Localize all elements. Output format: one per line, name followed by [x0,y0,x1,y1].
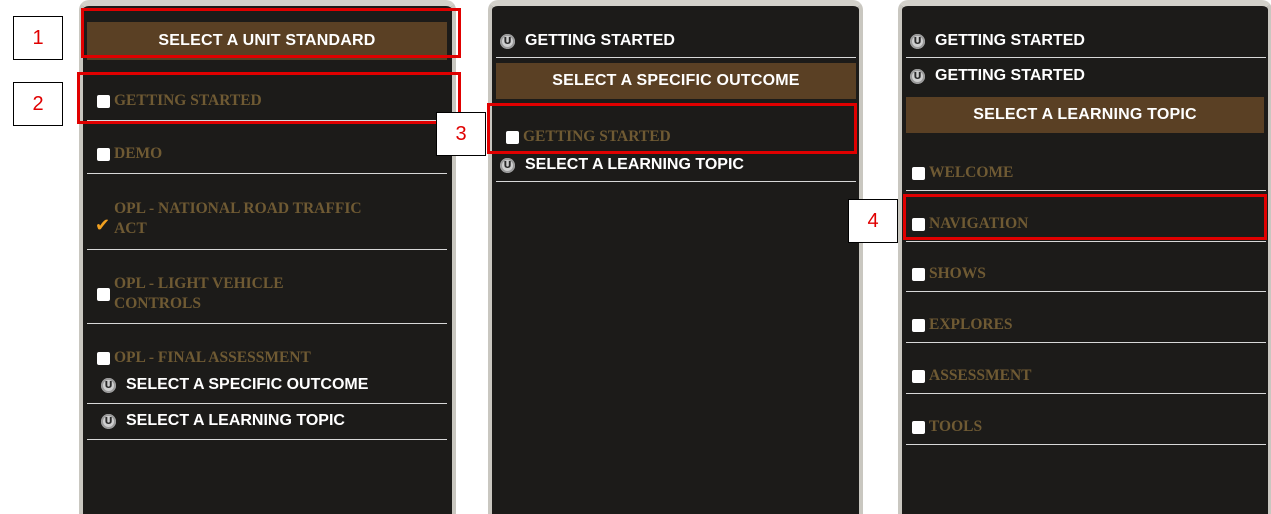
checkbox-icon[interactable] [912,167,925,180]
divider [496,57,856,58]
checkmark-icon[interactable]: ✔ [95,217,110,235]
divider [87,173,447,174]
u-circle-icon: U [910,33,925,49]
callout-2: 2 [13,82,63,126]
specific-outcome-panel: U GETTING STARTED SELECT A SPECIFIC OUTC… [488,0,863,514]
nav-getting-started[interactable]: U GETTING STARTED [500,32,850,50]
header-label: SELECT A SPECIFIC OUTCOME [552,72,800,89]
option-label: DEMO [114,145,163,162]
header-label: SELECT A LEARNING TOPIC [973,106,1197,123]
checkbox-icon[interactable] [97,288,110,301]
highlight-box-3 [487,103,857,154]
divider [906,444,1266,445]
callout-label: 3 [455,122,467,145]
option-opl-light-vehicle-controls[interactable]: OPL - LIGHT VEHICLE CONTROLS [97,274,447,314]
topic-tools[interactable]: TOOLS [912,417,1252,437]
u-circle-icon: U [101,413,116,429]
learning-topic-panel: U GETTING STARTED U GETTING STARTED SELE… [898,0,1271,514]
select-specific-outcome-header[interactable]: SELECT A SPECIFIC OUTCOME [496,63,856,99]
option-label: ASSESSMENT [929,367,1032,384]
u-circle-icon: U [500,157,515,173]
nav-label: GETTING STARTED [935,32,1085,49]
nav-label: SELECT A LEARNING TOPIC [525,156,744,173]
option-demo[interactable]: DEMO [97,144,447,164]
nav-label: SELECT A SPECIFIC OUTCOME [126,376,369,393]
divider [496,181,856,182]
nav-label: GETTING STARTED [935,67,1085,84]
nav-select-learning-topic[interactable]: U SELECT A LEARNING TOPIC [500,156,850,174]
nav-label: GETTING STARTED [525,32,675,49]
option-label: OPL - LIGHT VEHICLE CONTROLS [114,275,284,312]
select-learning-topic-header[interactable]: SELECT A LEARNING TOPIC [906,97,1264,133]
topic-welcome[interactable]: WELCOME [912,163,1252,183]
divider [906,291,1266,292]
divider [87,439,447,440]
option-opl-final-assessment[interactable]: OPL - FINAL ASSESSMENT [97,348,447,368]
u-circle-icon: U [910,68,925,84]
topic-assessment[interactable]: ASSESSMENT [912,366,1252,386]
option-label: OPL - NATIONAL ROAD TRAFFIC ACT [114,200,362,237]
option-label: WELCOME [929,164,1014,181]
callout-3: 3 [436,112,486,156]
nav-label: SELECT A LEARNING TOPIC [126,412,345,429]
nav-select-specific-outcome[interactable]: U SELECT A SPECIFIC OUTCOME [101,376,451,394]
option-label: SHOWS [929,265,986,282]
nav-getting-started[interactable]: U GETTING STARTED [910,32,1260,50]
checkbox-icon[interactable] [912,268,925,281]
callout-label: 1 [32,26,44,49]
topic-shows[interactable]: SHOWS [912,264,1252,284]
u-circle-icon: U [500,33,515,49]
divider [87,323,447,324]
nav-getting-started-outcome[interactable]: U GETTING STARTED [910,67,1260,85]
divider [906,342,1266,343]
callout-4: 4 [848,199,898,243]
divider [87,403,447,404]
highlight-box-1 [81,8,461,58]
divider [87,249,447,250]
option-opl-national-road-traffic-act[interactable]: ✔ OPL - NATIONAL ROAD TRAFFIC ACT [95,199,447,239]
divider [906,57,1266,58]
highlight-box-4 [903,194,1267,240]
callout-label: 4 [867,209,879,232]
divider [906,241,1266,242]
checkbox-icon[interactable] [912,421,925,434]
nav-select-learning-topic[interactable]: U SELECT A LEARNING TOPIC [101,412,451,430]
u-circle-icon: U [101,377,116,393]
option-label: TOOLS [929,418,983,435]
checkbox-icon[interactable] [97,352,110,365]
callout-label: 2 [32,92,44,115]
topic-explores[interactable]: EXPLORES [912,315,1252,335]
checkbox-icon[interactable] [97,148,110,161]
divider [906,393,1266,394]
divider [906,190,1266,191]
option-label: OPL - FINAL ASSESSMENT [114,349,311,366]
checkbox-icon[interactable] [912,319,925,332]
checkbox-icon[interactable] [912,370,925,383]
option-label: EXPLORES [929,316,1013,333]
callout-1: 1 [13,16,63,60]
highlight-box-2 [77,72,461,124]
